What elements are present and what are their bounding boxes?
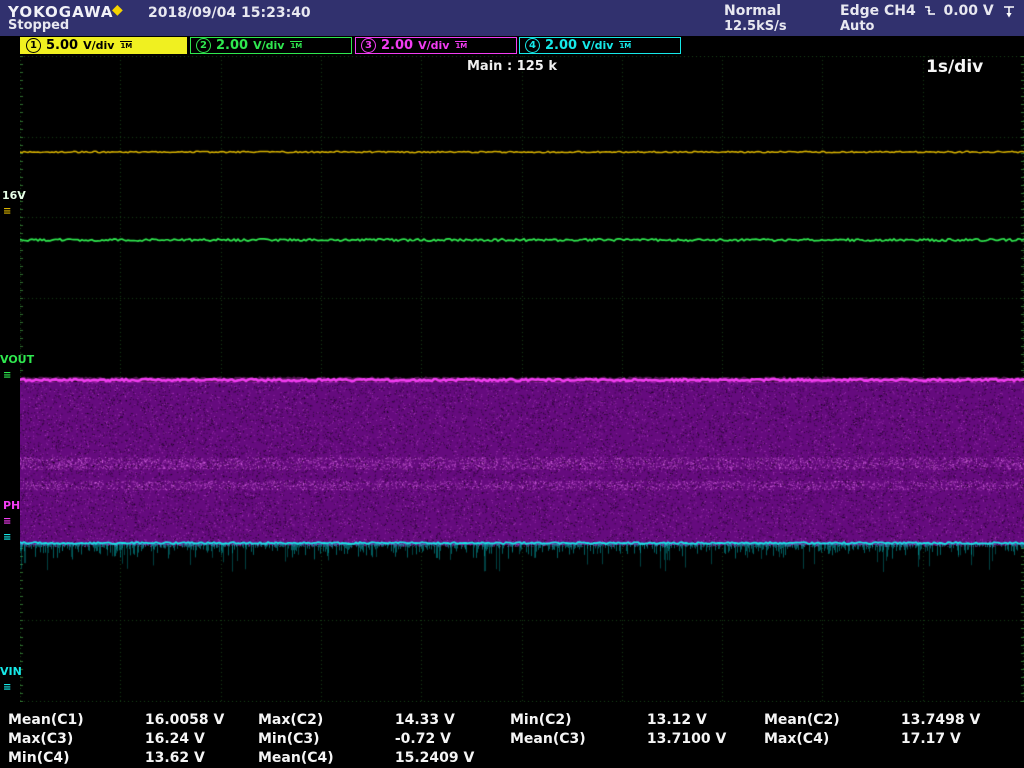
channel2-number-badge: 2: [196, 38, 211, 53]
measurement: Max(C2) 14.33 V: [258, 712, 455, 728]
measurement: Mean(C1) 16.0058 V: [8, 712, 224, 728]
ch2-ground-marker-icon: ≡: [3, 370, 12, 381]
channel4-dc-coupling-icon: 1M: [619, 41, 632, 50]
measurement: Mean(C4) 15.2409 V: [258, 750, 474, 766]
trigger-mode: Auto: [840, 19, 875, 34]
trigger-position-icon: [1004, 6, 1014, 18]
measurement-value: 14.33 V: [394, 712, 455, 728]
acquisition-status: Stopped: [8, 18, 70, 33]
measurement-label: Mean(C4): [258, 750, 334, 766]
measurement-value: 16.24 V: [144, 731, 205, 747]
measurement: Min(C2) 13.12 V: [510, 712, 707, 728]
channel3-dc-coupling-icon: 1M: [455, 41, 468, 50]
measurement-row: Max(C3) 16.24 V Min(C3) -0.72 V Mean(C3)…: [0, 731, 1024, 750]
main-record-length: Main : 125 k: [467, 59, 557, 74]
channel-bar: 1 5.00 V/div 1M 2 2.00 V/div 1M 3 2.00 V…: [0, 36, 1024, 56]
channel3-unit: V/div: [418, 39, 450, 52]
ch4-ground-marker-icon: ≡: [3, 682, 12, 693]
measurement: Mean(C3) 13.7100 V: [510, 731, 726, 747]
measurement-value: -0.72 V: [394, 731, 451, 747]
datetime: 2018/09/04 15:23:40: [148, 5, 311, 21]
measurement-label: Mean(C3): [510, 731, 586, 747]
channel3-indicator[interactable]: 3 2.00 V/div 1M: [355, 37, 517, 54]
trigger-type-source: Edge CH4: [840, 3, 916, 19]
channel1-number-badge: 1: [26, 38, 41, 53]
measurement-row: Mean(C1) 16.0058 V Max(C2) 14.33 V Min(C…: [0, 712, 1024, 731]
channel2-scale: 2.00: [216, 38, 249, 53]
channel1-scale: 5.00: [46, 38, 79, 53]
channel2-dc-coupling-icon: 1M: [290, 41, 303, 50]
falling-edge-icon: [924, 6, 935, 15]
measurement-value: 16.0058 V: [144, 712, 225, 728]
trace-label-16v: 16V: [2, 189, 26, 202]
measurement-value: 13.62 V: [144, 750, 205, 766]
waveform-canvas: [20, 56, 1024, 702]
measurement-value: 13.7498 V: [900, 712, 981, 728]
channel1-indicator[interactable]: 1 5.00 V/div 1M: [20, 37, 187, 54]
measurement-label: Min(C3): [258, 731, 320, 747]
channel4-unit: V/div: [582, 39, 614, 52]
header-bar: YOKOGAWA ◆ Stopped 2018/09/04 15:23:40 N…: [0, 0, 1024, 36]
measurement-value: 17.17 V: [900, 731, 961, 747]
trigger-settings: Edge CH4 0.00 V: [840, 3, 994, 19]
channel3-scale: 2.00: [381, 38, 414, 53]
measurement-label: Mean(C2): [764, 712, 840, 728]
measurement: Mean(C2) 13.7498 V: [764, 712, 980, 728]
measurement-value: 13.12 V: [646, 712, 707, 728]
channel1-unit: V/div: [83, 39, 115, 52]
channel4-number-badge: 4: [525, 38, 540, 53]
measurement-label: Max(C3): [8, 731, 74, 747]
measurement: Min(C3) -0.72 V: [258, 731, 451, 747]
trigger-level: 0.00 V: [943, 3, 994, 19]
measurement-panel: Mean(C1) 16.0058 V Max(C2) 14.33 V Min(C…: [0, 706, 1024, 768]
channel1-dc-coupling-icon: 1M: [120, 41, 133, 50]
measurement-label: Max(C2): [258, 712, 324, 728]
measurement-value: 15.2409 V: [394, 750, 475, 766]
oscilloscope-screen: YOKOGAWA ◆ Stopped 2018/09/04 15:23:40 N…: [0, 0, 1024, 768]
channel4-indicator[interactable]: 4 2.00 V/div 1M: [519, 37, 681, 54]
ch1-ground-marker-icon: ≡: [3, 206, 12, 217]
trace-label-ph: PH: [3, 499, 21, 512]
measurement-value: 13.7100 V: [646, 731, 727, 747]
measurement: Min(C4) 13.62 V: [8, 750, 205, 766]
measurement: Max(C4) 17.17 V: [764, 731, 961, 747]
channel4-scale: 2.00: [545, 38, 578, 53]
measurement-label: Min(C4): [8, 750, 70, 766]
trace-label-vin: VIN: [0, 665, 22, 678]
measurement-label: Mean(C1): [8, 712, 84, 728]
brand-diamond-icon: ◆: [112, 2, 123, 18]
ch4-position-marker-icon: ≡: [3, 532, 12, 543]
trace-label-vout: VOUT: [0, 353, 35, 366]
ch3-ground-marker-icon: ≡: [3, 516, 12, 527]
channel3-number-badge: 3: [361, 38, 376, 53]
acquisition-mode: Normal: [724, 3, 782, 19]
measurement-label: Max(C4): [764, 731, 830, 747]
channel2-indicator[interactable]: 2 2.00 V/div 1M: [190, 37, 352, 54]
measurement: Max(C3) 16.24 V: [8, 731, 205, 747]
measurement-row: Min(C4) 13.62 V Mean(C4) 15.2409 V: [0, 750, 1024, 768]
measurement-label: Min(C2): [510, 712, 572, 728]
sample-rate: 12.5kS/s: [724, 19, 787, 34]
time-per-div: 1s/div: [926, 57, 984, 77]
channel2-unit: V/div: [253, 39, 285, 52]
